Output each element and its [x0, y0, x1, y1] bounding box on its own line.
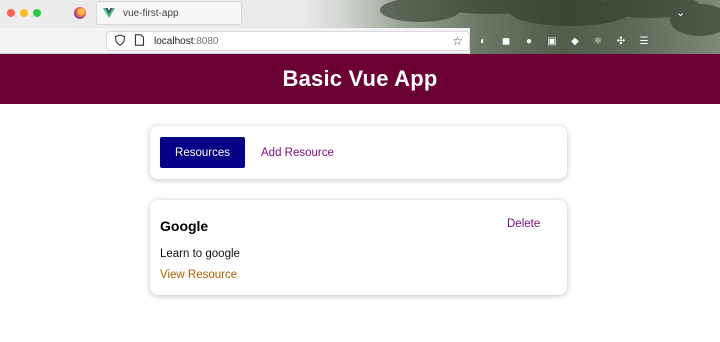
- shield-icon[interactable]: [114, 34, 128, 48]
- window-close-button[interactable]: [7, 9, 15, 17]
- window-zoom-button[interactable]: [33, 9, 41, 17]
- view-resource-link[interactable]: View Resource: [160, 269, 237, 281]
- browser-tab[interactable]: vue-first-app: [96, 1, 242, 25]
- address-bar[interactable]: localhost :8080 ☆: [106, 31, 470, 51]
- resource-description: Learn to google: [160, 248, 240, 260]
- extension-icon[interactable]: ●: [522, 34, 536, 48]
- add-resource-button[interactable]: Add Resource: [256, 137, 339, 168]
- tab-title: vue-first-app: [123, 7, 179, 19]
- browser-chrome: vue-first-app ⌄ localhost :8080 ☆ ◐ ◼ ● …: [0, 0, 720, 54]
- firefox-icon: [74, 7, 86, 19]
- toolbar-icons: ◐ ◼ ● ▣ ◆ ⚛ ✣ ☰: [476, 28, 660, 54]
- menu-icon[interactable]: ☰: [637, 34, 651, 48]
- resources-button[interactable]: Resources: [160, 137, 245, 168]
- window-minimize-button[interactable]: [20, 9, 28, 17]
- delete-button[interactable]: Delete: [507, 218, 540, 230]
- url-host: localhost: [154, 35, 194, 47]
- extension-icon[interactable]: ◼: [499, 34, 513, 48]
- page-icon: [134, 34, 148, 48]
- puzzle-icon[interactable]: ✣: [614, 34, 628, 48]
- browser-toolbar: localhost :8080 ☆ ◐ ◼ ● ▣ ◆ ⚛ ✣ ☰: [0, 28, 720, 54]
- extension-icon[interactable]: ▣: [545, 34, 559, 48]
- vue-logo-icon: [103, 8, 115, 18]
- extension-icon[interactable]: ◐: [476, 34, 490, 48]
- nav-card: Resources Add Resource: [150, 126, 567, 179]
- chevron-down-icon[interactable]: ⌄: [676, 6, 685, 19]
- page-title: Basic Vue App: [282, 66, 438, 91]
- resource-title: Google: [160, 218, 209, 234]
- bookmark-star-icon[interactable]: ☆: [452, 34, 463, 48]
- app-header: Basic Vue App: [0, 54, 720, 104]
- extension-icon[interactable]: ◆: [568, 34, 582, 48]
- extension-icon[interactable]: ⚛: [591, 34, 605, 48]
- url-port: :8080: [193, 35, 219, 47]
- resource-card: Google Delete Learn to google View Resou…: [150, 200, 567, 295]
